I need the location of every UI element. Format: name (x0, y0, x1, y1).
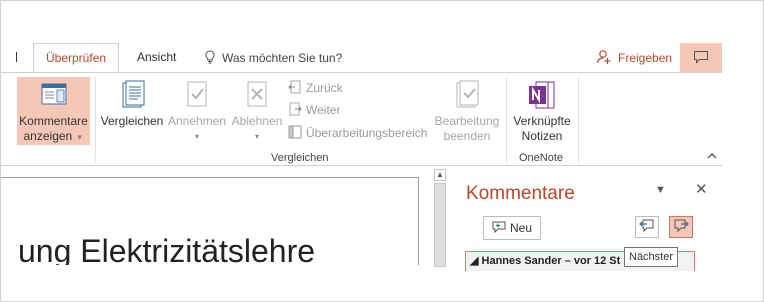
previous-button[interactable]: Zurück (288, 78, 343, 98)
show-comments-icon (38, 79, 70, 111)
vertical-scrollbar[interactable]: ▲ (433, 167, 447, 267)
reviewing-pane-button[interactable]: Überarbeitungsbereich (288, 123, 427, 143)
previous-comment-icon (639, 219, 655, 236)
show-comments-button[interactable]: Kommentare anzeigen ▼ (17, 77, 90, 145)
slide-canvas[interactable]: ung Elektrizitätslehre (1, 177, 419, 269)
pane-options-icon[interactable]: ▼ (655, 184, 666, 196)
new-comment-icon (492, 221, 506, 236)
compare-button[interactable]: Vergleichen (101, 77, 163, 145)
show-comments-label-1: Kommentare (19, 114, 88, 128)
compare-label: Vergleichen (100, 114, 164, 128)
end-review-button[interactable]: Bearbeitung beenden (431, 77, 503, 145)
previous-comment-button[interactable] (635, 216, 659, 238)
end-review-icon (451, 79, 483, 111)
group-label-onenote: OneNote (519, 152, 564, 164)
share-label: Freigeben (618, 51, 673, 65)
add-person-icon (596, 49, 612, 68)
end-review-label-1: Bearbeitung (434, 114, 500, 128)
lightbulb-icon (204, 49, 216, 67)
powerpoint-window: Überprüfen Ansicht Was möchten Sie tun? … (0, 0, 764, 302)
share-button[interactable]: Freigeben (596, 47, 672, 69)
next-change-button[interactable]: Weiter (288, 100, 340, 120)
linked-notes-label-1: Verknüpfte (513, 114, 571, 128)
tell-me-box[interactable]: Was möchten Sie tun? (204, 49, 342, 67)
previous-label: Zurück (306, 81, 343, 95)
linked-notes-label-2: Notizen (521, 129, 563, 143)
tab-partial (15, 51, 18, 63)
reject-icon (241, 79, 273, 111)
close-icon[interactable]: ✕ (695, 180, 708, 198)
comments-pane: Kommentare ▼ ✕ Neu ◢ Hannes Sander – vor… (447, 167, 723, 301)
next-comment-icon (673, 219, 689, 236)
chevron-down-icon: ▾ (254, 132, 259, 141)
comment-icon (693, 50, 709, 67)
next-comment-button[interactable] (669, 216, 693, 238)
reject-button[interactable]: Ablehnen ▾ (229, 77, 285, 145)
tell-me-placeholder: Was möchten Sie tun? (222, 51, 343, 65)
tooltip-next: Nächster (624, 247, 679, 267)
comments-toggle-button[interactable] (680, 43, 722, 73)
tab-review[interactable]: Überprüfen (33, 43, 120, 74)
compare-icon (116, 79, 148, 111)
new-comment-label: Neu (509, 221, 532, 235)
end-review-label-2: beenden (443, 129, 491, 143)
accept-label: Annehmen (167, 114, 227, 128)
ribbon-review: Kommentare anzeigen ▼ Vergleichen Annehm… (1, 72, 722, 166)
next-icon (288, 102, 302, 119)
new-comment-button[interactable]: Neu (483, 216, 541, 240)
chevron-down-icon: ▼ (75, 133, 84, 142)
accept-button[interactable]: Annehmen ▾ (166, 77, 228, 145)
reviewing-pane-label: Überarbeitungsbereich (306, 126, 428, 140)
next-label: Weiter (306, 103, 341, 117)
tab-view[interactable]: Ansicht (125, 43, 188, 73)
previous-icon (288, 80, 302, 97)
scroll-thumb[interactable] (434, 183, 446, 267)
show-comments-label-2: anzeigen (23, 129, 73, 143)
scroll-up-icon[interactable]: ▲ (434, 169, 446, 181)
group-separator (506, 77, 507, 163)
chevron-down-icon: ▾ (194, 132, 199, 141)
group-separator (95, 77, 96, 163)
comments-pane-title: Kommentare (466, 183, 575, 204)
onenote-icon (526, 79, 558, 111)
accept-icon (181, 79, 213, 111)
reject-label: Ablehnen (231, 114, 283, 128)
group-label-compare: Vergleichen (271, 152, 329, 164)
reviewing-pane-icon (288, 125, 302, 142)
canvas-background (1, 265, 447, 301)
collapse-ribbon-icon[interactable] (707, 152, 717, 163)
linked-notes-button[interactable]: Verknüpfte Notizen (509, 77, 575, 145)
group-separator (578, 77, 579, 163)
